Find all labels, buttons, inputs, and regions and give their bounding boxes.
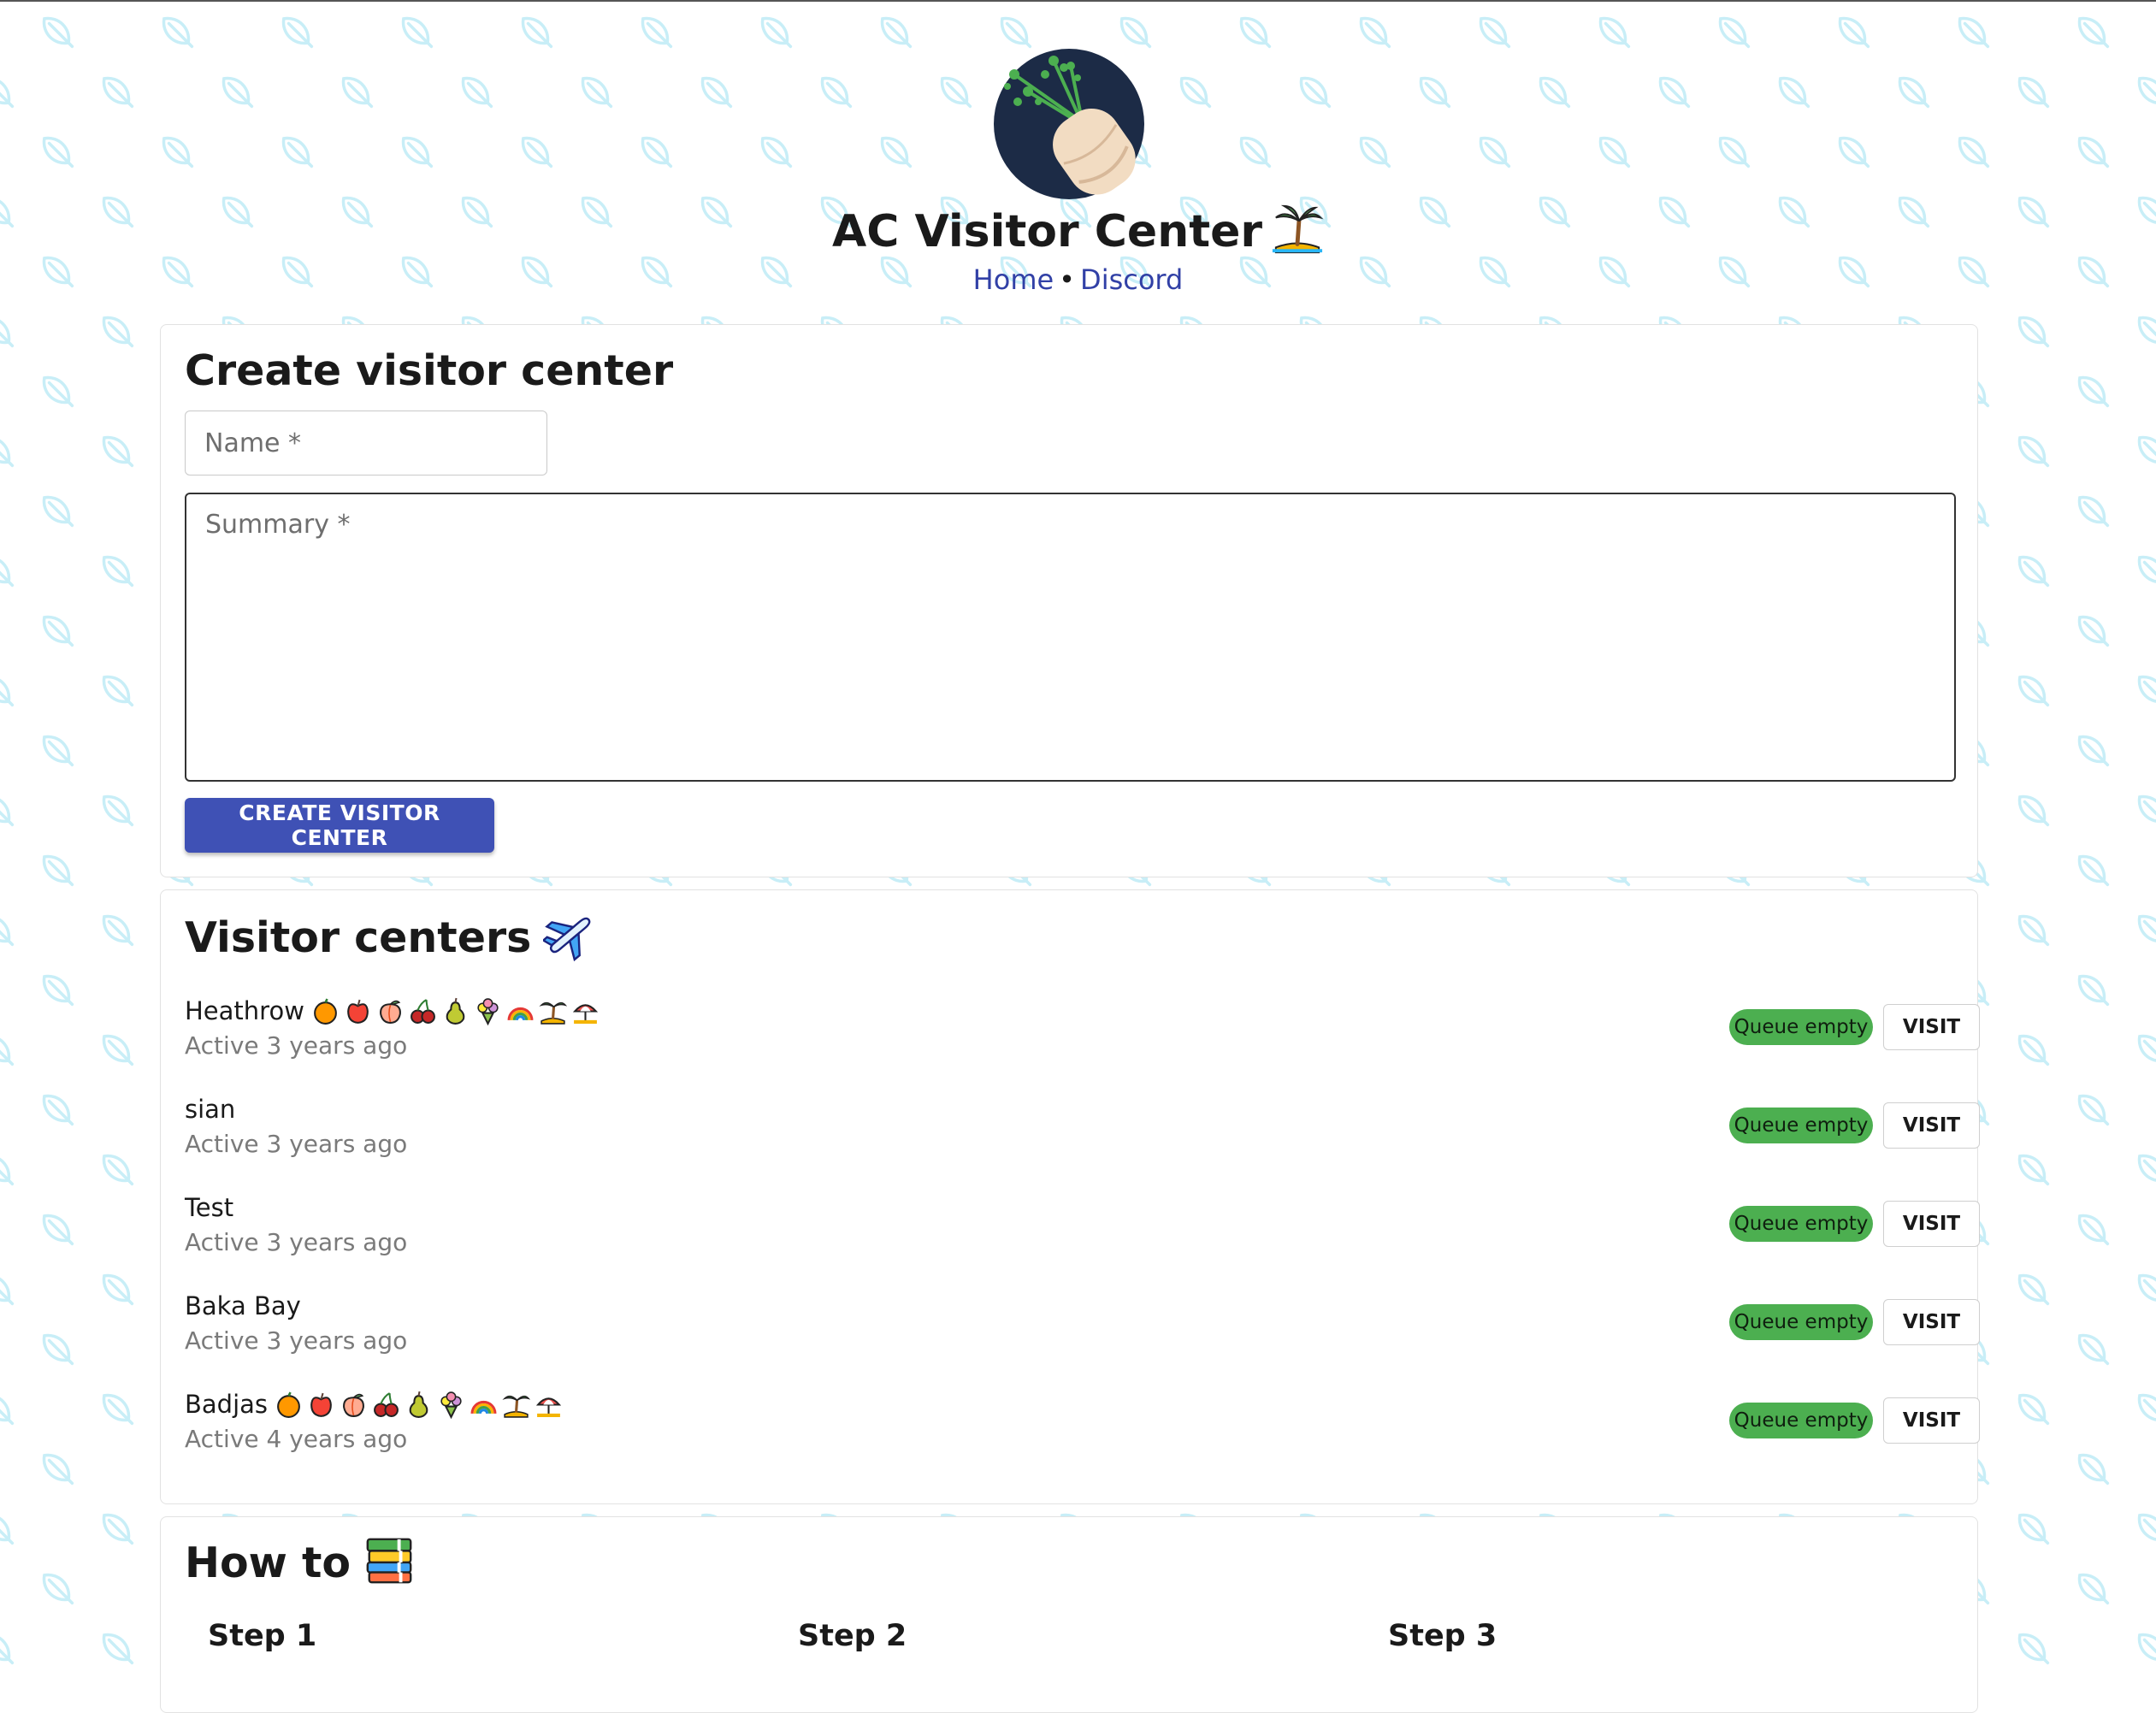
visitor-center-name-line: Test: [185, 1190, 233, 1226]
create-visitor-center-card: Create visitor center CREATE VISITOR CEN…: [160, 324, 1978, 877]
last-active-text: Active 3 years ago: [185, 1326, 408, 1355]
pear-icon: [446, 997, 465, 1025]
create-visitor-center-button[interactable]: CREATE VISITOR CENTER: [185, 798, 494, 853]
visitor-centers-card: Visitor centers Heathrow Active 3 years a…: [160, 889, 1980, 1504]
site-title: AC Visitor Center: [0, 202, 2156, 262]
visitor-center-name: Badjas: [185, 1390, 269, 1419]
orange-icon: [277, 1391, 300, 1418]
discord-link[interactable]: Discord: [1080, 263, 1183, 296]
visit-button[interactable]: VISIT: [1883, 1397, 1980, 1444]
visit-button[interactable]: VISIT: [1883, 1299, 1980, 1345]
rainbow-icon: [470, 1400, 497, 1414]
rainbow-icon: [507, 1007, 534, 1020]
queue-status-badge: Queue empty: [1729, 1108, 1873, 1143]
last-active-text: Active 3 years ago: [185, 1130, 408, 1158]
step-3-heading: Step 3: [1388, 1619, 1497, 1653]
visit-button[interactable]: VISIT: [1883, 1102, 1980, 1149]
visitor-centers-heading: Visitor centers: [185, 911, 596, 967]
queue-status-badge: Queue empty: [1729, 1206, 1873, 1242]
create-form-heading: Create visitor center: [185, 346, 674, 395]
airplane-icon: [543, 917, 591, 961]
flower-bouquet-icon: [440, 1391, 462, 1419]
peach-icon: [343, 1393, 364, 1417]
pear-icon: [409, 1391, 428, 1418]
visitor-center-name-line: Badjas: [185, 1386, 563, 1422]
beach-umbrella-icon: [572, 1003, 599, 1024]
cherries-icon: [410, 998, 435, 1024]
visit-button[interactable]: VISIT: [1883, 1004, 1980, 1050]
step-2-heading: Step 2: [798, 1619, 907, 1653]
queue-status-badge: Queue empty: [1729, 1304, 1873, 1340]
how-to-card: How to Step 1 Step 2 Step 3: [160, 1516, 1978, 1713]
nav-separator: •: [1059, 263, 1076, 296]
summary-textarea[interactable]: [185, 493, 1956, 782]
visitor-center-name-line: Baka Bay: [185, 1288, 301, 1324]
resource-icons: [311, 997, 600, 1025]
visitor-center-name-line: sian: [185, 1091, 235, 1127]
step-1-heading: Step 1: [208, 1619, 317, 1653]
visitor-center-name: sian: [185, 1095, 236, 1124]
orange-icon: [314, 997, 337, 1025]
palm-island-icon: [502, 1395, 531, 1418]
resource-icons: [275, 1391, 563, 1419]
peach-icon: [379, 1000, 401, 1024]
turnip-logo-icon[interactable]: [994, 49, 1144, 199]
queue-status-badge: Queue empty: [1729, 1403, 1873, 1438]
top-nav: Home • Discord: [0, 260, 2156, 299]
visitor-center-name-line: Heathrow: [185, 993, 600, 1029]
flower-bouquet-icon: [477, 997, 499, 1025]
home-link[interactable]: Home: [973, 263, 1054, 296]
visitor-center-row: sian Active 3 years ago Queue empty VISIT: [185, 1091, 1980, 1185]
palm-island-icon: [1272, 204, 1324, 254]
palm-island-icon: [539, 1001, 567, 1025]
apple-icon: [310, 1392, 332, 1417]
apple-icon: [347, 999, 369, 1024]
name-input[interactable]: [185, 411, 547, 476]
visitor-center-row: Heathrow Active 3 years ago Queue empty VIS…: [185, 993, 1980, 1087]
visitor-center-row: Test Active 3 years ago Queue empty VISIT: [185, 1190, 1980, 1284]
queue-status-badge: Queue empty: [1729, 1009, 1873, 1045]
site-header: AC Visitor Center Home • Discord: [0, 2, 2156, 318]
how-to-heading-text: How to: [185, 1539, 351, 1587]
visit-button[interactable]: VISIT: [1883, 1201, 1980, 1247]
visitor-center-name: Test: [185, 1193, 234, 1222]
visitor-center-row: Baka Bay Active 3 years ago Queue empty VIS…: [185, 1288, 1980, 1382]
last-active-text: Active 3 years ago: [185, 1031, 408, 1060]
last-active-text: Active 4 years ago: [185, 1425, 408, 1453]
last-active-text: Active 3 years ago: [185, 1228, 408, 1256]
beach-umbrella-icon: [535, 1397, 562, 1417]
visitor-center-name: Heathrow: [185, 996, 304, 1025]
visitor-centers-heading-text: Visitor centers: [185, 913, 532, 962]
how-to-heading: How to: [185, 1536, 416, 1592]
visitor-center-name: Baka Bay: [185, 1291, 301, 1320]
books-icon: [366, 1538, 412, 1583]
visitor-center-row: Badjas Active 4 years ago Queue empty VISIT: [185, 1386, 1980, 1480]
cherries-icon: [374, 1391, 399, 1417]
site-title-text: AC Visitor Center: [832, 206, 1262, 257]
